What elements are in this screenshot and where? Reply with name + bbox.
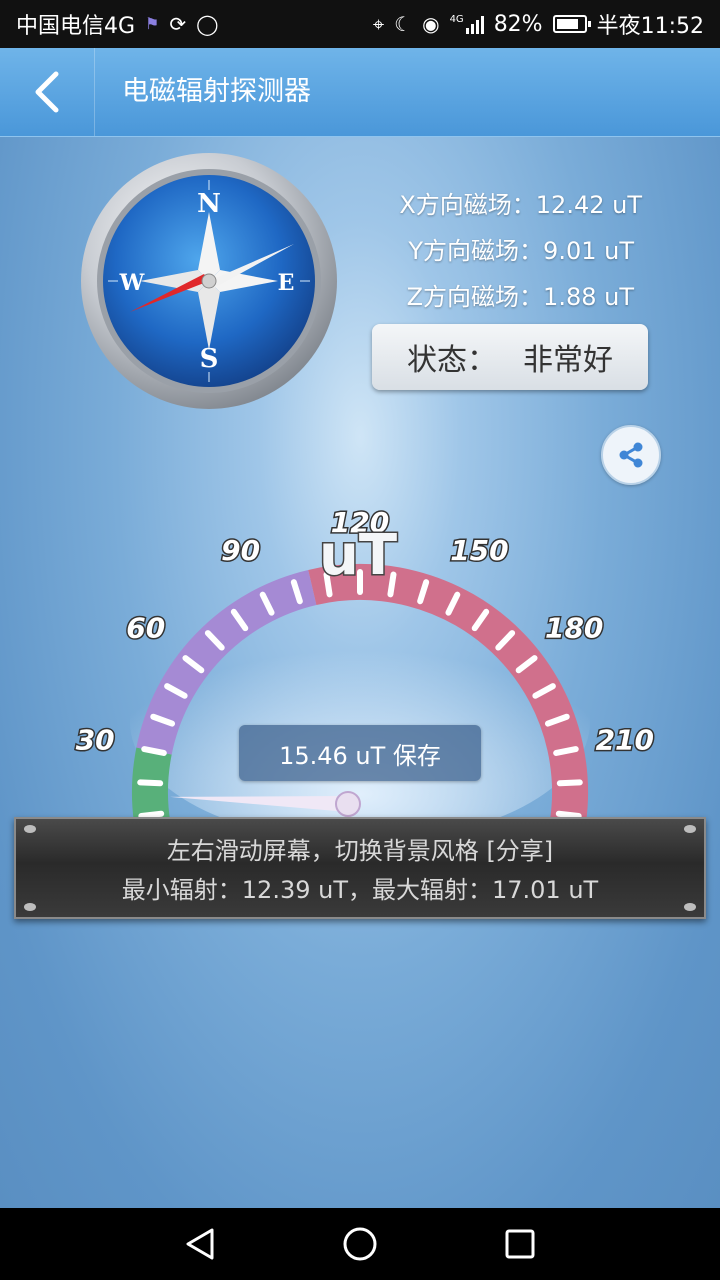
signal-icon: 4G (450, 14, 484, 34)
status-badge: 状态： 非常好 (372, 324, 648, 390)
back-button[interactable] (0, 48, 95, 136)
gauge-unit-label: uT (319, 523, 397, 588)
triangle-back-icon (186, 1228, 214, 1260)
hint-text[interactable]: 左右滑动屏幕，切换背景风格 [分享] (167, 831, 553, 866)
compass-west: W (119, 270, 145, 296)
gauge-tick (137, 779, 164, 787)
compass-south: S (200, 344, 219, 374)
clock: 半夜11:52 (596, 14, 704, 39)
network-type-label: 4G (449, 14, 464, 25)
compass-north: N (197, 189, 221, 219)
sync-icon: ⟳ (169, 12, 187, 36)
gauge-tick (553, 746, 579, 756)
gauge-needle-hub (335, 791, 361, 817)
gauge-tick-label: 210 (596, 723, 654, 756)
save-button[interactable]: 15.46 uT 保存 (239, 725, 481, 781)
location-icon: ⌖ (372, 12, 385, 36)
screw-decoration (24, 903, 36, 911)
circle-home-icon (343, 1227, 377, 1261)
carrier-label: 中国电信4G (16, 14, 136, 39)
status-label: 状态： (407, 343, 497, 378)
gauge-tick (555, 810, 582, 819)
eye-icon: ◉ (422, 12, 440, 36)
x-field-reading: X方向磁场：12.42 uT (399, 191, 642, 219)
gauge-tick (556, 779, 583, 787)
navigation-bar (0, 1208, 720, 1280)
main-content: N S E W X方向磁场：12.42 uT Y方向磁场：9.01 uT Z方向… (0, 137, 720, 1208)
status-bar: 中国电信4G ⚑ ⟳ ◯ ⌖ ☾ ◉ 4G 82% 半夜11:52 (0, 0, 720, 48)
page-title: 电磁辐射探测器 (122, 76, 311, 107)
gauge-tick-label: 180 (545, 612, 603, 645)
square-recent-icon (505, 1229, 535, 1259)
gauge-tick-label: 150 (450, 534, 508, 567)
screw-decoration (684, 825, 696, 833)
gauge-tick-label: 30 (76, 723, 115, 756)
info-panel: 左右滑动屏幕，切换背景风格 [分享] 最小辐射：12.39 uT，最大辐射：17… (14, 817, 706, 919)
moon-icon: ☾ (394, 12, 413, 36)
battery-percent: 82% (493, 11, 543, 37)
loading-icon: ◯ (196, 12, 219, 36)
gauge-tick (141, 746, 167, 756)
nav-home-button[interactable] (338, 1222, 382, 1266)
nav-recent-button[interactable] (498, 1222, 542, 1266)
battery-icon (552, 15, 591, 33)
screw-decoration (24, 825, 36, 833)
y-field-reading: Y方向磁场：9.01 uT (408, 237, 634, 265)
compass-icon: N S E W (81, 153, 337, 409)
compass-east: E (278, 270, 295, 296)
z-field-reading: Z方向磁场：1.88 uT (406, 283, 634, 311)
flag-icon: ⚑ (145, 14, 160, 33)
gauge-tick (138, 810, 165, 819)
status-bar-right: ⌖ ☾ ◉ 4G 82% 半夜11:52 (373, 8, 704, 40)
nav-back-button[interactable] (178, 1222, 222, 1266)
screw-decoration (684, 903, 696, 911)
chevron-left-icon (35, 71, 59, 113)
status-value: 非常好 (523, 343, 613, 378)
min-max-radiation: 最小辐射：12.39 uT，最大辐射：17.01 uT (121, 876, 599, 904)
status-bar-left: 中国电信4G ⚑ ⟳ ◯ (16, 8, 219, 40)
gauge-tick-label: 60 (126, 612, 165, 645)
gauge-tick-label: 90 (221, 534, 260, 567)
app-bar: 电磁辐射探测器 (0, 48, 720, 137)
